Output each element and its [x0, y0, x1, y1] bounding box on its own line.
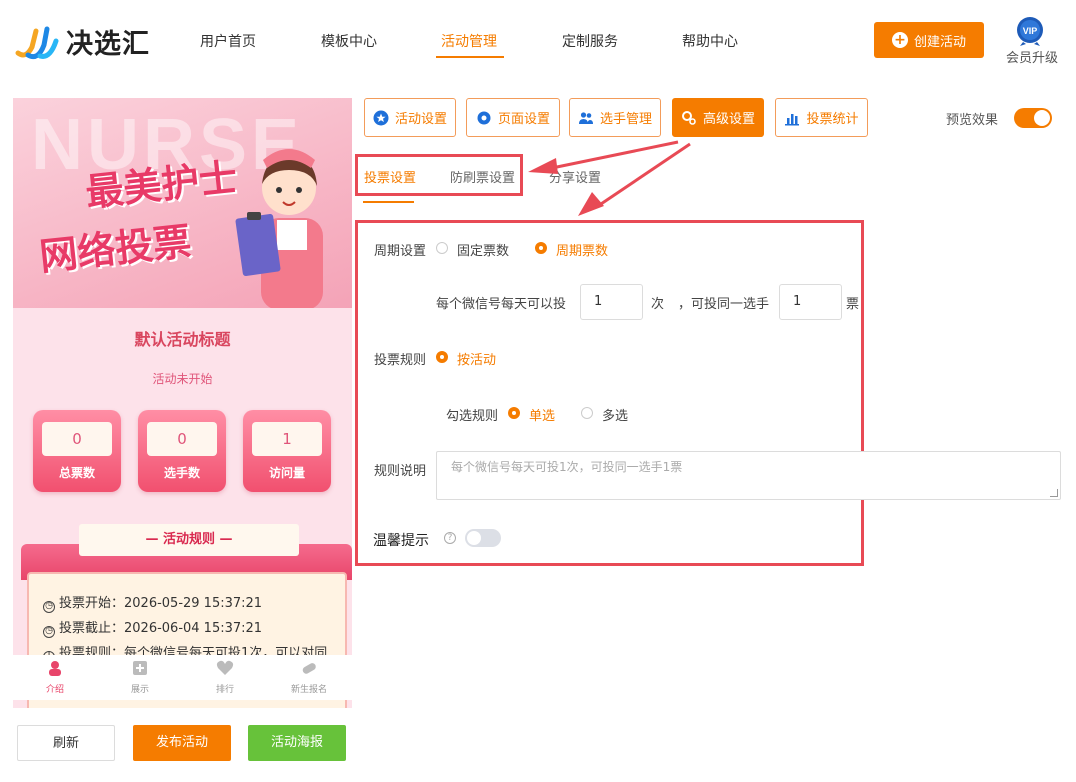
- annotation-arrows: [528, 140, 691, 216]
- bar-chart-icon: [785, 113, 800, 125]
- brand-logo[interactable]: 决选汇: [14, 22, 150, 61]
- nav-templates[interactable]: 模板中心: [321, 31, 377, 51]
- by-activity-label[interactable]: 按活动: [457, 349, 496, 368]
- banner-title-line2: 网络投票: [37, 218, 194, 279]
- gear-icon: [477, 111, 491, 124]
- stat-label: 选手数: [163, 466, 200, 480]
- radio-by-activity[interactable]: [436, 351, 448, 363]
- mobile-preview: NURSE 最美护士 网络投票 默认活动标题 活动未开始 0 总票数 0 选手数…: [13, 98, 352, 708]
- nurse-icon: [49, 661, 61, 676]
- stat-label: 访问量: [268, 466, 305, 480]
- nav-activity-management[interactable]: 活动管理: [441, 31, 497, 51]
- daily-votes-input[interactable]: 1: [580, 284, 643, 320]
- tab-activity-settings[interactable]: 活动设置: [364, 98, 456, 137]
- gallery-icon: [133, 661, 147, 675]
- logo-mark-icon: [15, 26, 59, 59]
- users-icon: [578, 111, 593, 124]
- daily-votes-unit: 次: [651, 297, 665, 312]
- nav-home[interactable]: 用户首页: [200, 31, 256, 51]
- stat-value: 0: [42, 422, 112, 456]
- brand-name: 决选汇: [66, 29, 150, 60]
- tabbar-item-signup[interactable]: 新生报名: [279, 660, 339, 695]
- preview-effect-label: 预览效果: [946, 113, 999, 128]
- nav-custom-service[interactable]: 定制服务: [562, 31, 618, 51]
- vote-rule-label: 投票规则: [374, 353, 427, 368]
- advanced-gear-icon: [681, 110, 696, 125]
- warm-tip-toggle[interactable]: [465, 529, 501, 547]
- rule-description-label: 规则说明: [374, 464, 427, 479]
- multi-choice-label[interactable]: 多选: [602, 405, 628, 424]
- activity-poster-button[interactable]: 活动海报: [248, 725, 346, 761]
- create-activity-button[interactable]: + 创建活动: [874, 22, 984, 58]
- same-player-votes-input[interactable]: 1: [779, 284, 842, 320]
- stat-value: 1: [252, 422, 322, 456]
- heart-icon: [216, 660, 234, 675]
- star-icon: [373, 110, 389, 125]
- activity-title: 默认活动标题: [134, 330, 231, 349]
- same-player-unit: 票: [846, 297, 860, 312]
- stat-value: 0: [147, 422, 217, 456]
- clock-icon: ◷: [43, 601, 55, 613]
- periodic-votes-label[interactable]: 周期票数: [556, 240, 608, 259]
- member-upgrade-label[interactable]: 会员升级: [1006, 47, 1058, 66]
- radio-multi-choice[interactable]: [581, 407, 593, 419]
- period-settings-label: 周期设置: [374, 244, 427, 259]
- rule-line: ◷ 投票开始：2026-05-29 15:37:21: [43, 592, 262, 613]
- preview-effect-toggle[interactable]: [1014, 108, 1052, 128]
- check-rule-label: 勾选规则: [446, 409, 499, 424]
- resize-grip-icon[interactable]: [1050, 489, 1058, 497]
- tabbar-item-ranking[interactable]: 排行: [195, 660, 255, 695]
- nav-help-center[interactable]: 帮助中心: [682, 31, 738, 51]
- create-activity-label: 创建活动: [913, 34, 966, 50]
- annotation-box-form: [355, 220, 864, 566]
- single-choice-label[interactable]: 单选: [529, 405, 555, 424]
- refresh-button[interactable]: 刷新: [17, 725, 115, 761]
- question-help-icon[interactable]: ?: [444, 532, 456, 544]
- mobile-tabbar: 介绍 展示 排行 新生报名: [13, 655, 352, 700]
- stat-players: 0 选手数: [138, 410, 226, 492]
- pill-icon: [302, 663, 316, 674]
- clock-icon: ◷: [43, 626, 55, 638]
- rule-line: ◷ 投票截止：2026-06-04 15:37:21: [43, 617, 262, 638]
- tabbar-item-intro[interactable]: 介绍: [25, 660, 85, 695]
- stat-visits: 1 访问量: [243, 410, 331, 492]
- fixed-votes-label[interactable]: 固定票数: [457, 240, 509, 259]
- stat-label: 总票数: [58, 466, 95, 480]
- rules-title: — 活动规则 —: [79, 524, 299, 556]
- daily-votes-label: 每个微信号每天可以投: [436, 297, 567, 312]
- nurse-illustration: [235, 149, 323, 308]
- top-header: 决选汇 用户首页 模板中心 活动管理 定制服务 帮助中心 + 创建活动 VIP …: [0, 0, 1076, 80]
- activity-status: 活动未开始: [152, 372, 213, 386]
- radio-fixed-votes[interactable]: [436, 242, 448, 254]
- rule-description-textarea[interactable]: 每个微信号每天可投1次，可投同一选手1票: [436, 451, 1061, 500]
- vip-badge-icon[interactable]: VIP: [1014, 16, 1046, 46]
- nav-active-underline: [436, 56, 504, 58]
- stat-total-votes: 0 总票数: [33, 410, 121, 492]
- tab-vote-statistics[interactable]: 投票统计: [775, 98, 868, 137]
- radio-periodic-votes[interactable]: [535, 242, 547, 254]
- same-player-label: ，可投同一选手: [678, 297, 770, 312]
- publish-activity-button[interactable]: 发布活动: [133, 725, 231, 761]
- tabbar-item-gallery[interactable]: 展示: [110, 660, 170, 695]
- activity-banner: NURSE 最美护士 网络投票: [13, 98, 352, 308]
- warm-tip-label: 温馨提示: [373, 533, 429, 549]
- rule-description-placeholder: 每个微信号每天可投1次，可投同一选手1票: [451, 460, 683, 474]
- subtab-active-underline: [363, 201, 414, 203]
- plus-icon: +: [891, 32, 908, 48]
- annotation-box-subtabs: [355, 154, 523, 196]
- radio-single-choice[interactable]: [508, 407, 520, 419]
- vip-badge-text: VIP: [1023, 26, 1038, 36]
